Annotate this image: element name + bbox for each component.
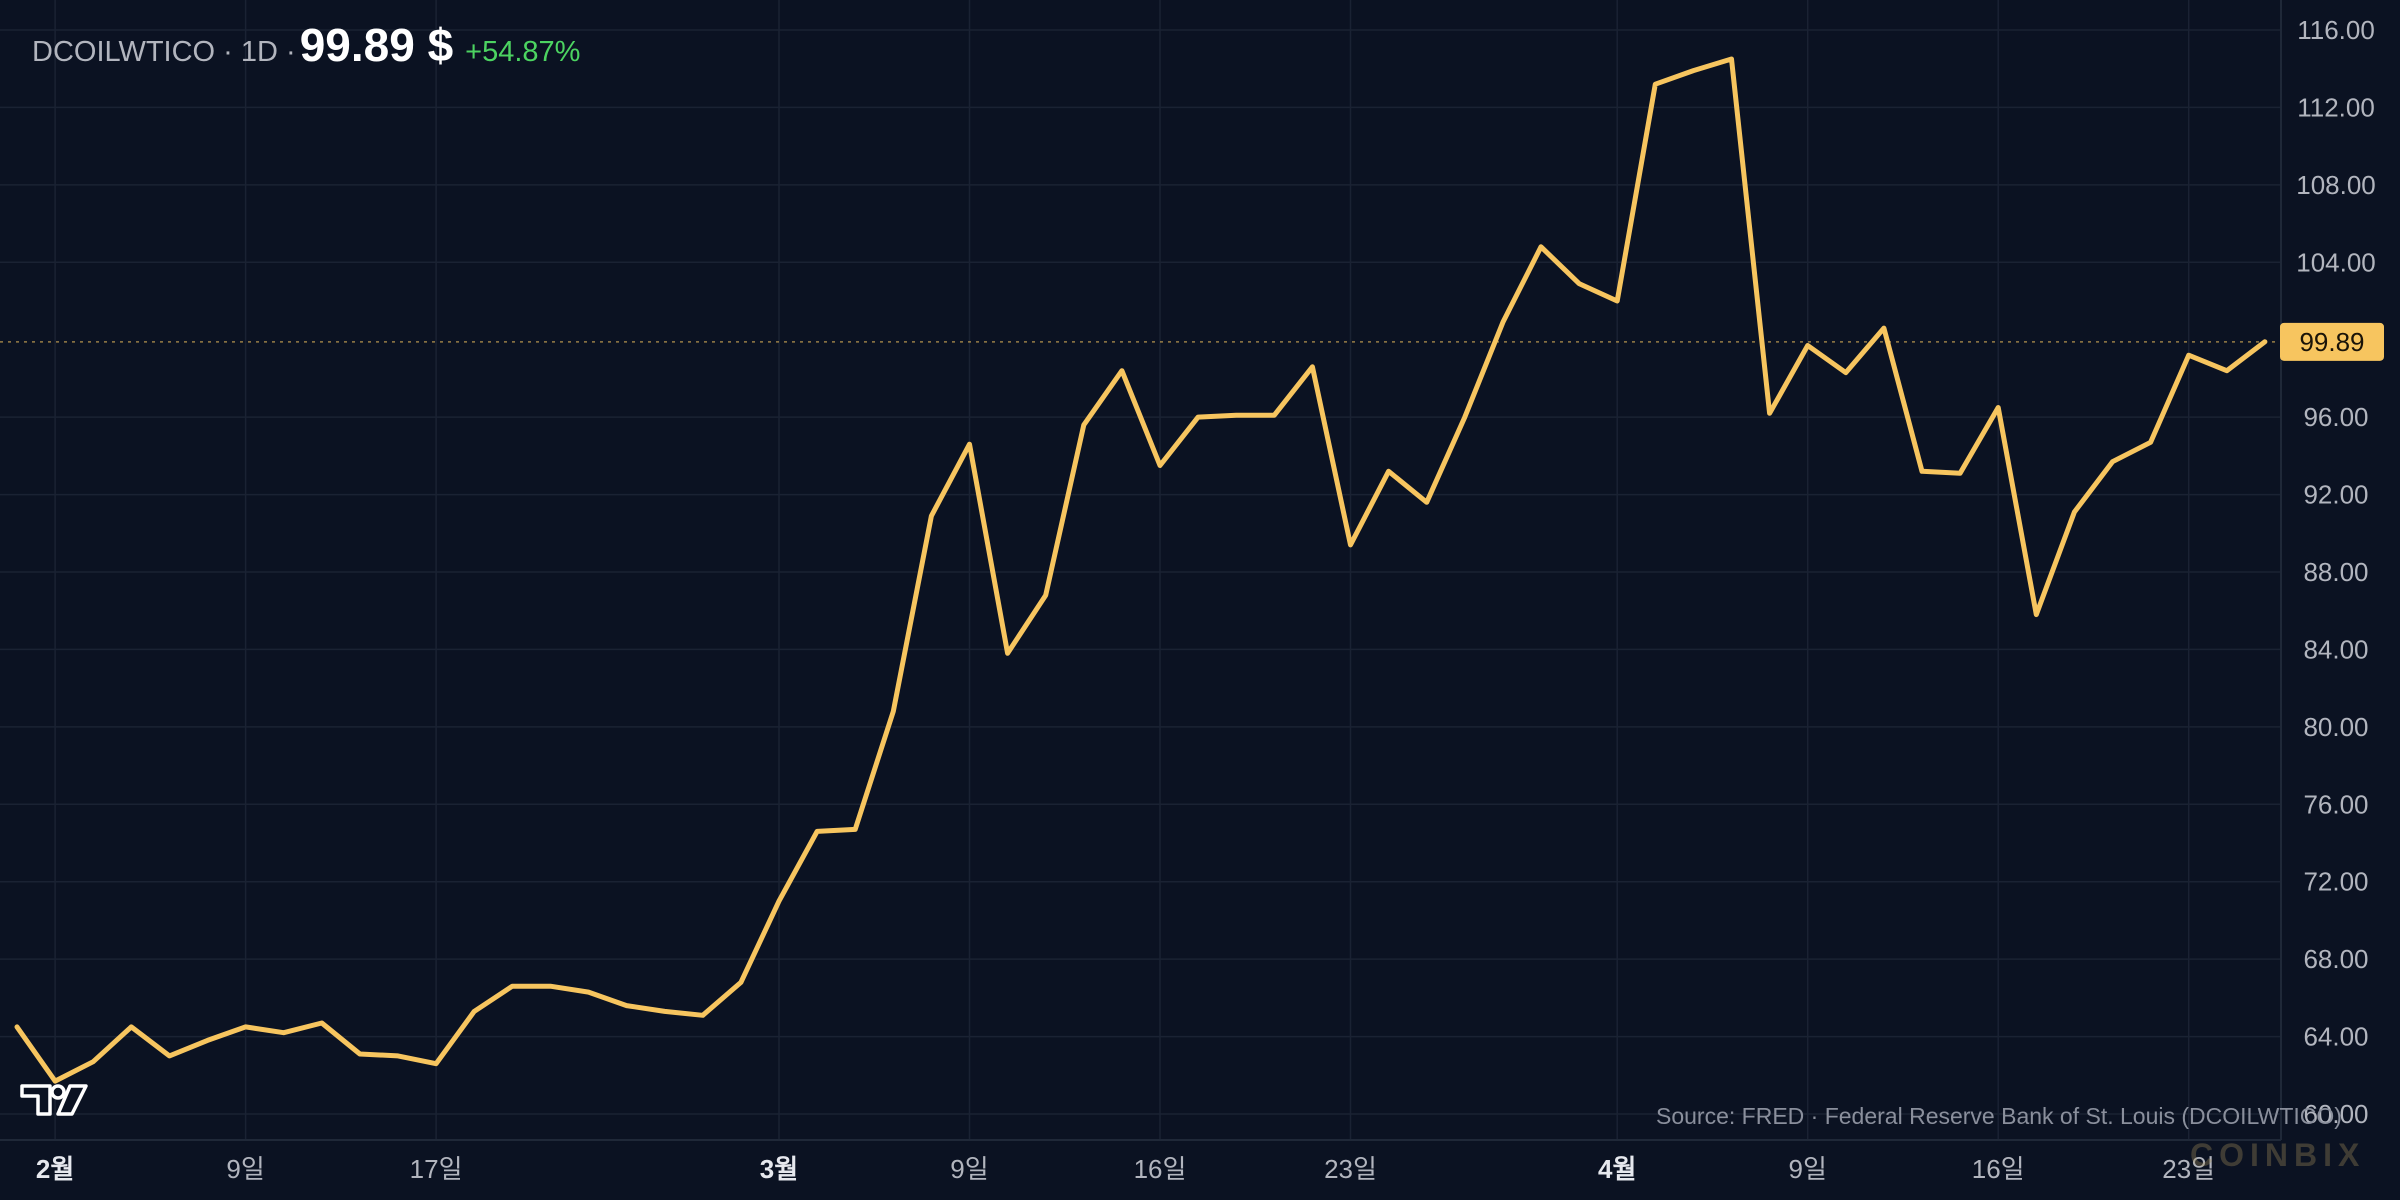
- x-tick-label: 2월: [36, 1154, 74, 1184]
- watermark-logo: COINBIX: [2190, 1137, 2366, 1173]
- y-tick-label: 64.00: [2303, 1022, 2368, 1052]
- symbol-label[interactable]: DCOILWTICO · 1D ·: [32, 36, 296, 69]
- x-tick-label: 9일: [1789, 1154, 1827, 1184]
- chart-legend: DCOILWTICO · 1D · 99.89 $ +54.87%: [32, 18, 580, 72]
- y-tick-label: 112.00: [2297, 92, 2375, 122]
- grid: [0, 0, 2281, 1140]
- y-tick-label: 116.00: [2297, 15, 2375, 45]
- current-price: 99.89 $: [299, 19, 454, 71]
- tradingview-logo-icon[interactable]: [20, 1080, 90, 1120]
- x-tick-label: 9일: [226, 1154, 264, 1184]
- y-tick-label: 88.00: [2303, 557, 2368, 587]
- y-tick-label: 80.00: [2303, 712, 2368, 742]
- last-price-value: 99.89: [2299, 327, 2364, 357]
- last-price-label: 99.89: [2280, 322, 2384, 361]
- price-axis[interactable]: 60.0064.0068.0072.0076.0080.0084.0088.00…: [2296, 15, 2376, 1129]
- source-note: Source: FRED · Federal Reserve Bank of S…: [1656, 1103, 2342, 1129]
- x-tick-label: 16일: [1972, 1154, 2025, 1184]
- x-tick-label: 16일: [1134, 1154, 1187, 1184]
- price-chart[interactable]: 60.0064.0068.0072.0076.0080.0084.0088.00…: [0, 0, 2400, 1200]
- price-line[interactable]: [14, 56, 2268, 1084]
- y-tick-label: 84.00: [2303, 634, 2368, 664]
- x-tick-label: 17일: [410, 1154, 463, 1184]
- time-axis[interactable]: 2월 9일 17일 3월 9일 16일 23일 4월 9일 16일 23일: [36, 1154, 2215, 1184]
- x-tick-label: 23일: [1324, 1154, 1377, 1184]
- y-tick-label: 108.00: [2296, 170, 2376, 200]
- y-tick-label: 68.00: [2303, 944, 2368, 974]
- y-tick-label: 72.00: [2303, 867, 2368, 897]
- x-tick-label: 3월: [760, 1154, 798, 1184]
- price-change-percent: +54.87%: [465, 36, 581, 68]
- y-tick-label: 76.00: [2303, 789, 2368, 819]
- y-tick-label: 96.00: [2303, 402, 2368, 432]
- y-tick-label: 92.00: [2303, 480, 2368, 510]
- y-tick-label: 104.00: [2296, 247, 2376, 277]
- x-tick-label: 4월: [1598, 1154, 1636, 1184]
- chart-panel: 60.00 64.00 68.00 72.00 76.00 80.00 84.00 88.00…: [0, 0, 2400, 1200]
- x-tick-label: 9일: [950, 1154, 988, 1184]
